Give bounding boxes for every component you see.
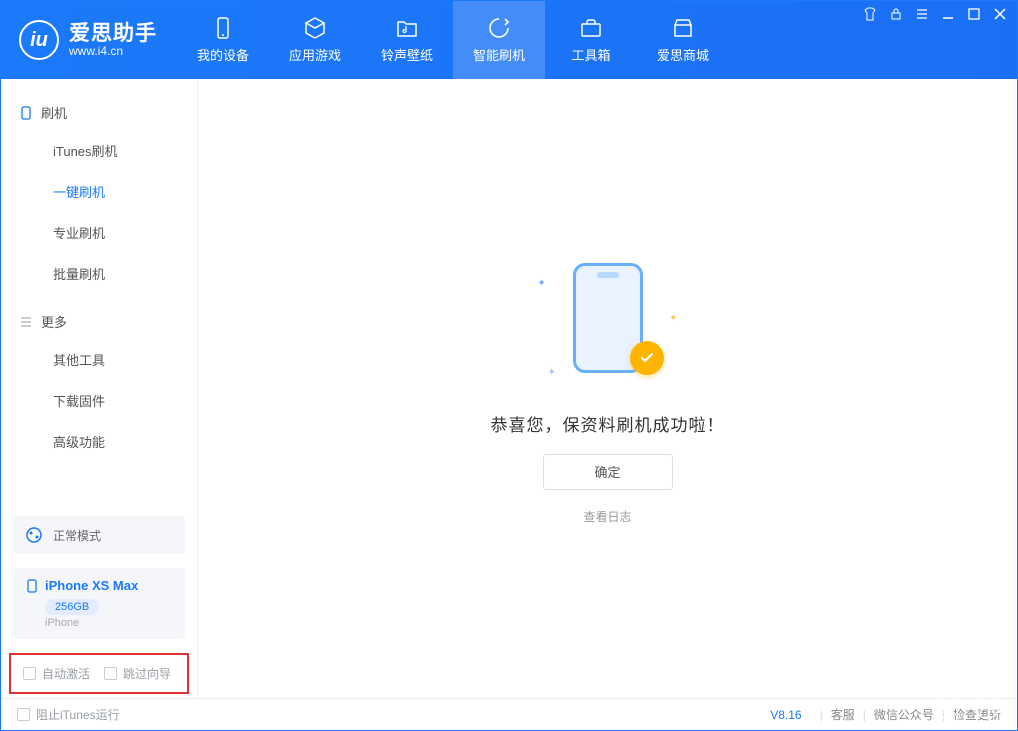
tab-label: 爱思商城 <box>657 45 709 64</box>
mode-label: 正常模式 <box>53 527 101 544</box>
toolbox-icon <box>579 16 603 40</box>
phone-icon <box>211 16 235 40</box>
shirt-icon[interactable] <box>863 7 877 21</box>
sparkle-icon: ✦ <box>538 278 546 289</box>
main-tabs: 我的设备 应用游戏 铃声壁纸 智能刷机 工具箱 爱思商城 <box>177 1 729 79</box>
tab-label: 智能刷机 <box>473 45 525 64</box>
logo: iu 爱思助手 www.i4.cn <box>1 1 177 79</box>
tab-label: 铃声壁纸 <box>381 45 433 64</box>
tab-apps[interactable]: 应用游戏 <box>269 1 361 79</box>
close-button[interactable] <box>993 7 1007 21</box>
menu-icon[interactable] <box>915 7 929 21</box>
success-message: 恭喜您，保资料刷机成功啦！ <box>491 411 725 436</box>
sidebar-item-itunes-flash[interactable]: iTunes刷机 <box>1 130 197 171</box>
checkbox-row-highlight: 自动激活 跳过向导 <box>9 653 189 694</box>
lock-icon[interactable] <box>889 7 903 21</box>
minimize-button[interactable] <box>941 7 955 21</box>
logo-icon: iu <box>19 20 59 60</box>
checkmark-icon <box>630 341 664 375</box>
phone-small-icon <box>25 579 39 593</box>
mode-card[interactable]: 正常模式 <box>13 516 185 554</box>
tab-toolbox[interactable]: 工具箱 <box>545 1 637 79</box>
brand-name: 爱思助手 <box>69 23 157 45</box>
device-card[interactable]: iPhone XS Max 256GB iPhone <box>13 568 185 639</box>
checkbox-auto-activate[interactable]: 自动激活 <box>23 665 90 682</box>
checkbox-block-itunes[interactable]: 阻止iTunes运行 <box>17 706 120 723</box>
tab-ringtones[interactable]: 铃声壁纸 <box>361 1 453 79</box>
sidebar-section-more: 更多 <box>1 304 197 339</box>
section-label: 刷机 <box>41 103 67 122</box>
sidebar-item-advanced[interactable]: 高级功能 <box>1 421 197 462</box>
ok-button[interactable]: 确定 <box>543 454 673 490</box>
status-link-support[interactable]: 客服 <box>831 706 855 723</box>
tab-store[interactable]: 爱思商城 <box>637 1 729 79</box>
sidebar-item-batch-flash[interactable]: 批量刷机 <box>1 253 197 294</box>
status-link-wechat[interactable]: 微信公众号 <box>874 706 934 723</box>
list-icon <box>19 315 33 329</box>
tab-label: 工具箱 <box>571 45 610 64</box>
tab-label: 应用游戏 <box>289 45 341 64</box>
statusbar: 阻止iTunes运行 V8.16 | 客服 | 微信公众号 | 检查更新 <box>1 698 1017 730</box>
sidebar-item-onekey-flash[interactable]: 一键刷机 <box>1 171 197 212</box>
sidebar-section-flash: 刷机 <box>1 95 197 130</box>
device-capacity-badge: 256GB <box>45 599 99 615</box>
refresh-shield-icon <box>487 16 511 40</box>
view-log-link[interactable]: 查看日志 <box>583 508 631 525</box>
sidebar-item-other-tools[interactable]: 其他工具 <box>1 339 197 380</box>
sidebar-item-pro-flash[interactable]: 专业刷机 <box>1 212 197 253</box>
checkbox-skip-wizard[interactable]: 跳过向导 <box>104 665 171 682</box>
window-controls <box>863 7 1007 21</box>
sparkle-icon: ✦ <box>669 313 677 324</box>
tab-label: 我的设备 <box>197 45 249 64</box>
cube-icon <box>303 16 327 40</box>
store-icon <box>671 16 695 40</box>
device-icon <box>19 106 33 120</box>
version-label: V8.16 <box>770 708 801 722</box>
tab-flash[interactable]: 智能刷机 <box>453 1 545 79</box>
sparkle-icon: ✦ <box>548 367 556 378</box>
music-folder-icon <box>395 16 419 40</box>
sidebar-item-download-firmware[interactable]: 下载固件 <box>1 380 197 421</box>
sidebar: 刷机 iTunes刷机 一键刷机 专业刷机 批量刷机 更多 其他工具 下载固件 … <box>1 79 198 698</box>
maximize-button[interactable] <box>967 7 981 21</box>
section-label: 更多 <box>41 312 67 331</box>
device-name-label: iPhone XS Max <box>45 578 138 593</box>
header: iu 爱思助手 www.i4.cn 我的设备 应用游戏 铃声壁纸 智能刷机 <box>1 1 1017 79</box>
main-content: ✦ ✦ ✦ 恭喜您，保资料刷机成功啦！ 确定 查看日志 <box>198 79 1017 698</box>
tab-my-device[interactable]: 我的设备 <box>177 1 269 79</box>
success-illustration: ✦ ✦ ✦ <box>538 253 678 393</box>
mode-icon <box>25 526 43 544</box>
brand-url: www.i4.cn <box>69 45 157 58</box>
device-type-label: iPhone <box>45 617 173 629</box>
